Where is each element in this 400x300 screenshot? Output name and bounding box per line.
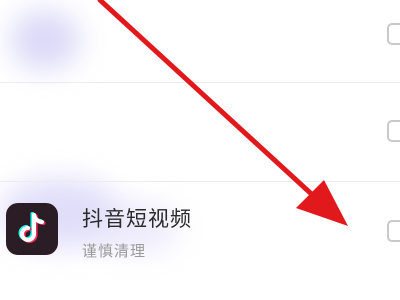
list-item[interactable]: [0, 0, 400, 82]
item-checkbox-tiktok[interactable]: [387, 220, 400, 242]
blurred-app-icon: [10, 10, 80, 70]
app-cleanup-list-screen: 抖音短视频 谨慎清理: [0, 0, 400, 300]
app-name: 抖音短视频: [82, 207, 192, 231]
item-checkbox[interactable]: [387, 23, 400, 45]
app-subtitle: 谨慎清理: [82, 242, 147, 260]
list-item-tiktok[interactable]: [0, 182, 400, 300]
item-checkbox[interactable]: [387, 120, 400, 142]
list-item[interactable]: [0, 83, 400, 253]
tiktok-icon: [6, 203, 58, 255]
